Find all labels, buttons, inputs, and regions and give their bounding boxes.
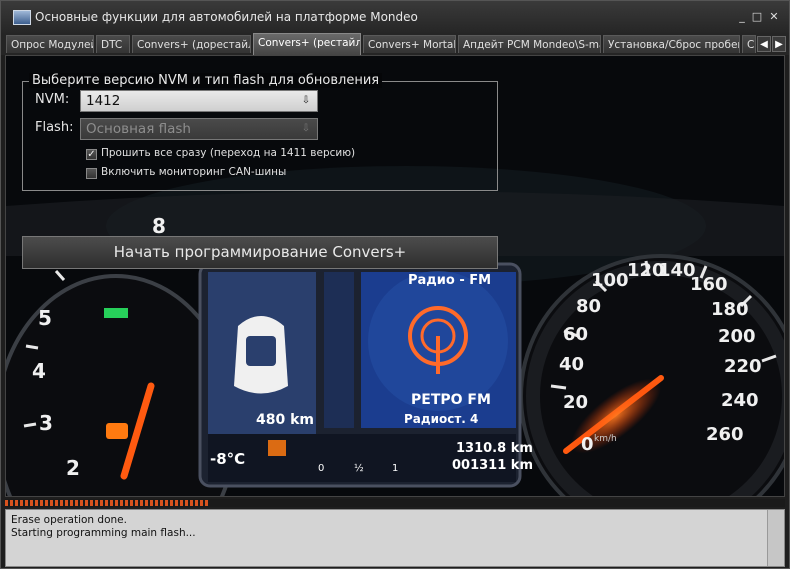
outside-temp: -8°C (210, 450, 246, 468)
speed-tick-40: 40 (559, 354, 585, 375)
close-button[interactable]: ✕ (767, 10, 781, 24)
speed-tick-200: 200 (718, 326, 756, 347)
start-programming-button[interactable]: Начать программирование Convers+ (22, 236, 498, 269)
progress-bar-fill (5, 500, 208, 506)
rpm-tick-2: 2 (66, 456, 80, 480)
fuel-label-empty: 0 (318, 463, 325, 474)
speed-tick-20: 20 (563, 392, 589, 413)
tab-module-poll[interactable]: Опрос Модулей (6, 35, 94, 53)
speed-tick-0: 0 (581, 434, 594, 455)
tab-bar: Опрос Модулей DTC Convers+ (дорестайл) C… (1, 33, 789, 55)
tab-overflow[interactable]: С (742, 35, 756, 53)
tab-mileage[interactable]: Установка/Сброс пробега (603, 35, 740, 53)
log-line: Erase operation done. (11, 514, 127, 526)
flash-all-label[interactable]: Прошить все сразу (переход на 1411 верси… (101, 147, 355, 159)
radio-station-info: Радиост. 4 (404, 412, 479, 426)
speed-tick-160: 160 (690, 274, 728, 295)
tab-scroll-right-icon[interactable]: ▶ (772, 36, 786, 52)
tab-convers-prestyle[interactable]: Convers+ (дорестайл) (132, 35, 251, 53)
log-output[interactable]: Erase operation done. Starting programmi… (5, 509, 785, 567)
speed-tick-80: 80 (576, 296, 602, 317)
app-window: Основные функции для автомобилей на плат… (0, 0, 790, 569)
tab-convers-restyle[interactable]: Convers+ (рестайл) (253, 33, 361, 55)
flash-label: Flash: (35, 120, 74, 135)
log-line: Starting programming main flash... (11, 527, 196, 539)
rpm-tick-5: 5 (38, 306, 52, 330)
log-scrollbar[interactable] (767, 510, 784, 566)
fuel-label-full: 1 (392, 463, 399, 474)
tab-scroll-left-icon[interactable]: ◀ (757, 36, 771, 52)
rpm-tick-3: 3 (39, 411, 53, 435)
nvm-label: NVM: (35, 92, 70, 107)
minimize-button[interactable]: _ (735, 10, 749, 24)
title-bar: Основные функции для автомобилей на плат… (1, 1, 789, 34)
tab-convers-mortals[interactable]: Convers+ Mortal's (363, 35, 456, 53)
speed-unit: km/h (594, 434, 617, 444)
flash-all-checkbox[interactable]: ✓ (86, 149, 97, 160)
flash-dropdown-arrow-icon[interactable]: ⇩ (299, 122, 313, 136)
maximize-button[interactable]: □ (750, 10, 764, 24)
groupbox-legend: Выберите версию NVM и тип flash для обно… (29, 73, 383, 88)
speed-tick-180: 180 (711, 299, 749, 320)
tab-pcm-update[interactable]: Апдейт PCM Mondeo\S-max (458, 35, 601, 53)
tab-dtc[interactable]: DTC (96, 35, 130, 53)
can-monitor-label[interactable]: Включить мониторинг CAN-шины (101, 166, 286, 178)
speed-tick-260: 260 (706, 424, 744, 445)
window-title: Основные функции для автомобилей на плат… (35, 10, 418, 24)
flash-select-value: Основная flash (86, 121, 191, 137)
nvm-flash-groupbox: Выберите версию NVM и тип flash для обно… (22, 73, 498, 191)
can-monitor-checkbox[interactable] (86, 168, 97, 179)
speed-tick-240: 240 (721, 390, 759, 411)
flash-select[interactable]: Основная flash ⇩ (80, 118, 318, 140)
speed-tick-220: 220 (724, 356, 762, 377)
nvm-dropdown-arrow-icon[interactable]: ⇩ (299, 94, 313, 108)
rpm-tick-8: 8 (152, 214, 166, 238)
fuel-label-half: ½ (354, 463, 364, 474)
nvm-select-value: 1412 (86, 93, 121, 109)
fuel-range: 480 km (256, 412, 314, 428)
convers-restyle-panel: 0 20 40 60 80 100 120 140 160 180 200 22… (5, 55, 785, 497)
trip-odometer: 1310.8 km (456, 441, 533, 456)
radio-title: Радио - FM (408, 273, 492, 288)
speed-tick-60: 60 (563, 324, 589, 345)
progress-bar (5, 499, 785, 507)
speed-tick-100: 100 (591, 270, 629, 291)
rpm-tick-4: 4 (32, 359, 46, 383)
nvm-select[interactable]: 1412 ⇩ (80, 90, 318, 112)
app-icon (13, 10, 31, 25)
radio-station: РЕТРО FM (411, 392, 491, 408)
total-odometer: 001311 km (452, 458, 533, 473)
